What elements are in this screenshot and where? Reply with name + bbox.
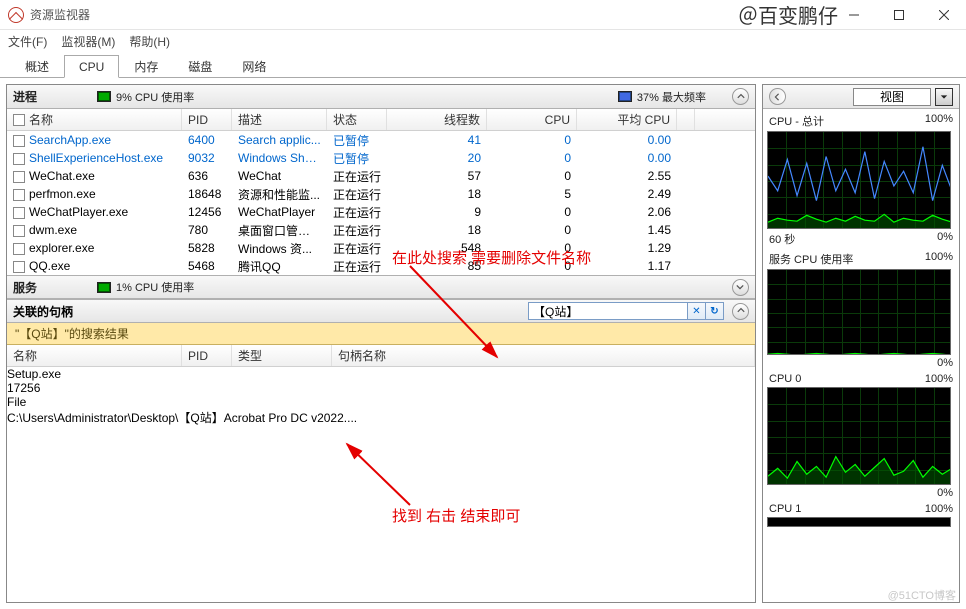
tab-cpu[interactable]: CPU	[64, 55, 119, 78]
process-row[interactable]: WeChatPlayer.exe 12456 WeChatPlayer 正在运行…	[7, 203, 755, 221]
cpu-usage-label: 9% CPU 使用率	[116, 89, 194, 105]
graph-svc-title: 服务 CPU 使用率	[769, 251, 853, 267]
row-checkbox[interactable]	[13, 225, 25, 237]
processes-header[interactable]: 进程 9% CPU 使用率 37% 最大频率	[7, 85, 755, 109]
watermark: ＠百变鹏仔	[738, 0, 838, 29]
process-row[interactable]: dwm.exe 780 桌面窗口管理器 正在运行 18 0 1.45	[7, 221, 755, 239]
row-checkbox[interactable]	[13, 261, 25, 273]
hcol-type[interactable]: 类型	[232, 345, 332, 366]
graph-svc-pct: 100%	[925, 251, 953, 267]
process-row[interactable]: QQ.exe 5468 腾讯QQ 正在运行 85 0 1.17	[7, 257, 755, 275]
row-checkbox[interactable]	[13, 207, 25, 219]
graph-cpu-total	[767, 131, 951, 229]
right-toolbar	[763, 85, 959, 109]
max-freq-label: 37% 最大频率	[637, 89, 706, 105]
tabbar: 概述 CPU 内存 磁盘 网络	[0, 52, 966, 78]
services-title: 服务	[13, 279, 37, 296]
col-avg-cpu[interactable]: 平均 CPU	[577, 109, 677, 130]
tab-network[interactable]: 网络	[227, 53, 281, 78]
titlebar: 资源监视器 ＠百变鹏仔	[0, 0, 966, 30]
process-row[interactable]: explorer.exe 5828 Windows 资... 正在运行 548 …	[7, 239, 755, 257]
max-freq-indicator	[618, 91, 632, 102]
tab-overview[interactable]: 概述	[10, 53, 64, 78]
select-all-checkbox[interactable]	[13, 114, 25, 126]
maximize-button[interactable]	[876, 0, 921, 30]
row-checkbox[interactable]	[13, 189, 25, 201]
menu-file[interactable]: 文件(F)	[8, 33, 47, 50]
row-checkbox[interactable]	[13, 171, 25, 183]
col-threads[interactable]: 线程数	[387, 109, 487, 130]
collapse-processes-button[interactable]	[732, 88, 749, 105]
minimize-button[interactable]	[831, 0, 876, 30]
bottom-watermark: @51CTO博客	[888, 587, 956, 603]
col-desc[interactable]: 描述	[232, 109, 327, 130]
services-header[interactable]: 服务 1% CPU 使用率	[7, 275, 755, 299]
view-dropdown-button[interactable]	[935, 88, 953, 106]
row-checkbox[interactable]	[13, 153, 25, 165]
process-table-header: 名称 PID 描述 状态 线程数 CPU 平均 CPU	[7, 109, 755, 131]
close-button[interactable]	[921, 0, 966, 30]
graph-total-pct: 100%	[925, 113, 953, 129]
search-clear-button[interactable]: ✕	[688, 302, 706, 320]
col-pid[interactable]: PID	[182, 109, 232, 130]
tab-memory[interactable]: 内存	[119, 53, 173, 78]
graph-cpu0-btm-r: 0%	[937, 487, 953, 499]
search-refresh-button[interactable]: ↻	[706, 302, 724, 320]
graph-cpu1-pct: 100%	[925, 503, 953, 515]
handles-title: 关联的句柄	[13, 303, 73, 320]
process-table: 名称 PID 描述 状态 线程数 CPU 平均 CPU SearchApp.ex…	[7, 109, 755, 275]
handles-table: 名称 PID 类型 句柄名称 Setup.exe17256FileC:\User…	[7, 345, 755, 602]
graph-svc-btm-r: 0%	[937, 357, 953, 369]
menu-help[interactable]: 帮助(H)	[129, 33, 170, 50]
processes-title: 进程	[13, 88, 37, 105]
svc-usage-indicator	[97, 282, 111, 293]
collapse-handles-button[interactable]	[732, 303, 749, 320]
menu-monitor[interactable]: 监视器(M)	[61, 33, 115, 50]
process-row[interactable]: ShellExperienceHost.exe 9032 Windows She…	[7, 149, 755, 167]
graph-cpu0-title: CPU 0	[769, 373, 801, 385]
graph-cpu1-title: CPU 1	[769, 503, 801, 515]
tab-disk[interactable]: 磁盘	[173, 53, 227, 78]
hcol-name[interactable]: 名称	[7, 345, 182, 366]
app-icon	[8, 7, 24, 23]
process-row[interactable]: WeChat.exe 636 WeChat 正在运行 57 0 2.55	[7, 167, 755, 185]
window-title: 资源监视器	[30, 6, 90, 23]
graph-total-btm-l: 60 秒	[769, 231, 795, 247]
handles-header[interactable]: 关联的句柄 ✕ ↻	[7, 299, 755, 323]
graph-cpu0	[767, 387, 951, 485]
svc-usage-label: 1% CPU 使用率	[116, 279, 194, 295]
graph-total-title: CPU - 总计	[769, 113, 824, 129]
view-select[interactable]	[853, 88, 931, 106]
process-row[interactable]: perfmon.exe 18648 资源和性能监... 正在运行 18 5 2.…	[7, 185, 755, 203]
row-checkbox[interactable]	[13, 243, 25, 255]
row-checkbox[interactable]	[13, 135, 25, 147]
handle-row[interactable]: Setup.exe17256FileC:\Users\Administrator…	[7, 367, 755, 389]
hcol-pid[interactable]: PID	[182, 345, 232, 366]
collapse-graphs-button[interactable]	[769, 88, 786, 105]
col-name[interactable]: 名称	[7, 109, 182, 130]
graph-total-btm-r: 0%	[937, 231, 953, 247]
handle-search-input[interactable]	[528, 302, 688, 320]
cpu-usage-indicator	[97, 91, 111, 102]
search-results-bar: "【Q站】"的搜索结果	[7, 323, 755, 345]
graph-cpu0-pct: 100%	[925, 373, 953, 385]
hcol-handle[interactable]: 句柄名称	[332, 345, 755, 366]
graph-service-cpu	[767, 269, 951, 355]
menubar: 文件(F) 监视器(M) 帮助(H)	[0, 30, 966, 52]
expand-services-button[interactable]	[732, 279, 749, 296]
process-row[interactable]: SearchApp.exe 6400 Search applic... 已暂停 …	[7, 131, 755, 149]
col-status[interactable]: 状态	[327, 109, 387, 130]
col-cpu[interactable]: CPU	[487, 109, 577, 130]
graph-cpu1	[767, 517, 951, 527]
